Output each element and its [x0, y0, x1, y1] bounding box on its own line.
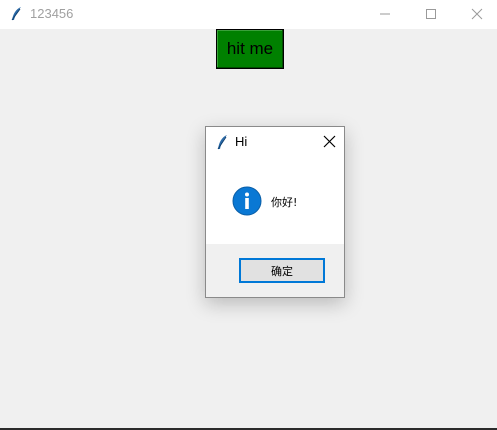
- close-icon: [323, 133, 336, 152]
- dialog-title: Hi: [235, 134, 248, 149]
- feather-icon: [9, 6, 25, 22]
- window-title: 123456: [30, 6, 74, 21]
- maximize-icon: [425, 5, 437, 24]
- close-button[interactable]: [454, 0, 497, 29]
- hit-me-button[interactable]: hit me: [216, 29, 284, 69]
- minimize-button[interactable]: [362, 0, 408, 29]
- ok-button[interactable]: 确定: [239, 258, 325, 283]
- close-icon: [471, 5, 483, 24]
- dialog-close-button[interactable]: [319, 132, 339, 152]
- dialog-footer: 确定: [206, 244, 344, 297]
- info-icon: [232, 186, 262, 216]
- minimize-icon: [379, 5, 391, 24]
- dialog-message: 你好!: [271, 196, 298, 209]
- maximize-button[interactable]: [408, 0, 454, 29]
- window-titlebar[interactable]: 123456: [0, 0, 497, 29]
- feather-icon: [216, 134, 230, 150]
- message-dialog: Hi 你好! 确定: [205, 126, 345, 298]
